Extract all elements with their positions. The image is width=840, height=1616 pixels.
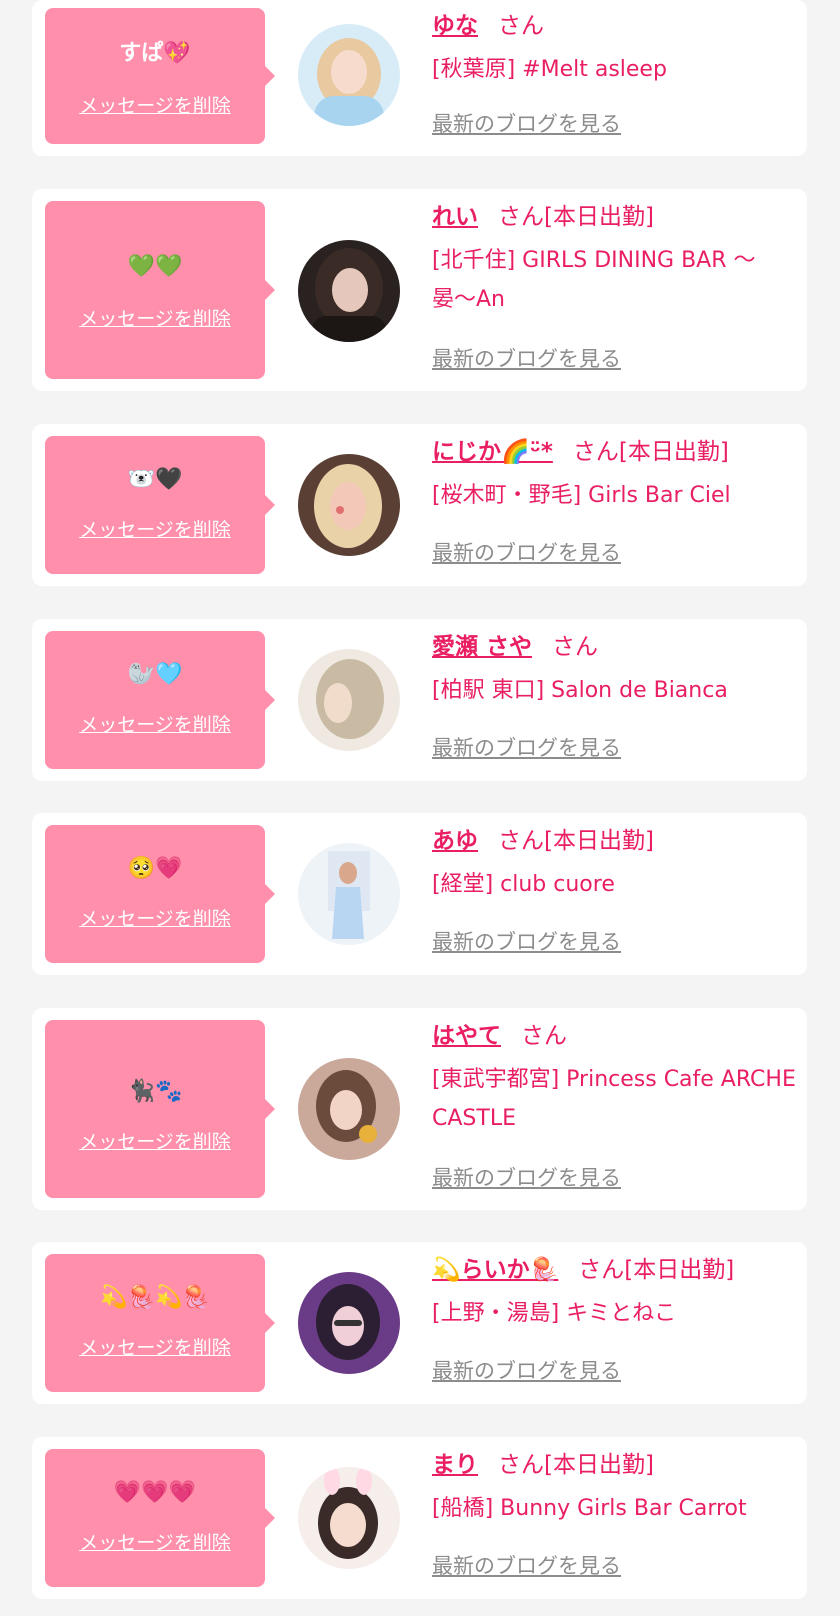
delete-message-link[interactable]: メッセージを削除	[45, 518, 265, 542]
avatar-photo-icon	[298, 1058, 400, 1160]
message-card: 💗💗💗 メッセージを削除 まり さん[本日出勤] [船橋] Bunny Girls…	[32, 1437, 807, 1599]
avatar-photo-icon	[298, 1467, 400, 1569]
message-card: 💫🪼💫🪼 メッセージを削除 💫らいか🪼 さん[本日出勤] [上野・湯島] キミとね…	[32, 1242, 807, 1404]
avatar[interactable]	[298, 1058, 400, 1160]
message-text: 🐈‍⬛🐾	[127, 1079, 183, 1104]
cast-info: まり さん[本日出勤] [船橋] Bunny Girls Bar Carrot	[432, 1449, 797, 1528]
avatar-photo-icon	[298, 1272, 400, 1374]
message-card: 🐻‍❄️🖤 メッセージを削除 にじか🌈ᵕ̈* さん[本日出勤] [桜木町・野毛] …	[32, 424, 807, 586]
name-line: れい さん[本日出勤]	[432, 201, 797, 233]
cast-name-link[interactable]: 💫らいか🪼	[432, 1257, 558, 1283]
message-bubble: すぱ💖 メッセージを削除	[45, 8, 275, 144]
message-card: 🐈‍⬛🐾 メッセージを削除 はやて さん [東武宇都宮] Princess Caf…	[32, 1008, 807, 1210]
message-bubble: 💚💚 メッセージを削除	[45, 201, 275, 379]
shop-name: [北千住] GIRLS DINING BAR 〜晏〜An	[432, 248, 756, 312]
cast-status: さん[本日出勤]	[498, 1452, 654, 1478]
cast-name-link[interactable]: あゆ	[432, 828, 478, 854]
shop-name: [秋葉原] #Melt asleep	[432, 57, 667, 82]
message-bubble: 💫🪼💫🪼 メッセージを削除	[45, 1254, 275, 1392]
shop-name: [上野・湯島] キミとねこ	[432, 1301, 677, 1326]
shop-name: [桜木町・野毛] Girls Bar Ciel	[432, 483, 731, 508]
cast-info: あゆ さん[本日出勤] [経堂] club cuore	[432, 825, 797, 904]
message-bubble: 🐻‍❄️🖤 メッセージを削除	[45, 436, 275, 574]
message-text: 🐻‍❄️🖤	[127, 467, 183, 492]
delete-message-link[interactable]: メッセージを削除	[45, 94, 265, 118]
delete-message-link[interactable]: メッセージを削除	[45, 1130, 265, 1154]
cast-info: ゆな さん [秋葉原] #Melt asleep	[432, 10, 797, 89]
latest-blog-link[interactable]: 最新のブログを見る	[432, 734, 621, 762]
message-card: すぱ💖 メッセージを削除 ゆな さん [秋葉原] #Melt asleep 最新の…	[32, 0, 807, 156]
avatar[interactable]	[298, 1272, 400, 1374]
avatar-photo-icon	[298, 454, 400, 556]
cast-info: れい さん[本日出勤] [北千住] GIRLS DINING BAR 〜晏〜An	[432, 201, 797, 319]
shop-name: [東武宇都宮] Princess Cafe ARCHE CASTLE	[432, 1067, 796, 1131]
cast-info: にじか🌈ᵕ̈* さん[本日出勤] [桜木町・野毛] Girls Bar Ciel	[432, 436, 797, 515]
cast-status: さん	[498, 13, 544, 39]
name-line: 💫らいか🪼 さん[本日出勤]	[432, 1254, 797, 1286]
message-card: 🥺💗 メッセージを削除 あゆ さん[本日出勤] [経堂] club cuore 最…	[32, 813, 807, 975]
cast-status: さん[本日出勤]	[498, 204, 654, 230]
cast-name-link[interactable]: 愛瀬 さや	[432, 634, 532, 660]
message-card: 💚💚 メッセージを削除 れい さん[本日出勤] [北千住] GIRLS DININ…	[32, 189, 807, 391]
cast-status: さん	[552, 634, 599, 660]
name-line: あゆ さん[本日出勤]	[432, 825, 797, 857]
latest-blog-link[interactable]: 最新のブログを見る	[432, 110, 621, 138]
message-bubble: 🦭🩵 メッセージを削除	[45, 631, 275, 769]
shop-name: [船橋] Bunny Girls Bar Carrot	[432, 1496, 747, 1521]
cast-name-link[interactable]: ゆな	[432, 13, 478, 39]
delete-message-link[interactable]: メッセージを削除	[45, 1531, 265, 1555]
avatar[interactable]	[298, 1467, 400, 1569]
message-text: 💚💚	[127, 254, 183, 279]
cast-name-link[interactable]: にじか🌈ᵕ̈*	[432, 439, 553, 465]
avatar[interactable]	[298, 454, 400, 556]
shop-name: [経堂] club cuore	[432, 872, 615, 897]
cast-name-link[interactable]: はやて	[432, 1023, 501, 1049]
shop-name: [柏駅 東口] Salon de Bianca	[432, 678, 728, 703]
name-line: はやて さん	[432, 1020, 797, 1052]
cast-name-link[interactable]: れい	[432, 204, 478, 230]
cast-info: 💫らいか🪼 さん[本日出勤] [上野・湯島] キミとねこ	[432, 1254, 797, 1333]
name-line: まり さん[本日出勤]	[432, 1449, 797, 1481]
cast-status: さん[本日出勤]	[578, 1257, 735, 1283]
avatar-photo-icon	[298, 240, 400, 342]
delete-message-link[interactable]: メッセージを削除	[45, 907, 265, 931]
cast-info: はやて さん [東武宇都宮] Princess Cafe ARCHE CASTLE	[432, 1020, 797, 1138]
message-bubble: 🥺💗 メッセージを削除	[45, 825, 275, 963]
message-text: 💫🪼💫🪼	[100, 1285, 210, 1310]
avatar-photo-icon	[298, 843, 400, 945]
avatar-photo-icon	[298, 24, 400, 126]
message-card: 🦭🩵 メッセージを削除 愛瀬 さや さん [柏駅 東口] Salon de Bia…	[32, 619, 807, 781]
avatar[interactable]	[298, 843, 400, 945]
message-text: 🦭🩵	[127, 662, 183, 687]
cast-status: さん[本日出勤]	[498, 828, 654, 854]
delete-message-link[interactable]: メッセージを削除	[45, 1336, 265, 1360]
cast-status: さん	[521, 1023, 567, 1049]
message-text: 🥺💗	[127, 856, 183, 881]
cast-name-link[interactable]: まり	[432, 1452, 478, 1478]
message-text: すぱ💖	[119, 41, 191, 66]
message-text: 💗💗💗	[113, 1480, 197, 1505]
cast-status: さん[本日出勤]	[572, 439, 729, 465]
avatar[interactable]	[298, 24, 400, 126]
avatar-photo-icon	[298, 649, 400, 751]
avatar[interactable]	[298, 649, 400, 751]
name-line: にじか🌈ᵕ̈* さん[本日出勤]	[432, 436, 797, 468]
latest-blog-link[interactable]: 最新のブログを見る	[432, 1357, 621, 1385]
latest-blog-link[interactable]: 最新のブログを見る	[432, 539, 621, 567]
name-line: 愛瀬 さや さん	[432, 631, 797, 663]
latest-blog-link[interactable]: 最新のブログを見る	[432, 928, 621, 956]
latest-blog-link[interactable]: 最新のブログを見る	[432, 1164, 621, 1192]
latest-blog-link[interactable]: 最新のブログを見る	[432, 1552, 621, 1580]
delete-message-link[interactable]: メッセージを削除	[45, 307, 265, 331]
latest-blog-link[interactable]: 最新のブログを見る	[432, 345, 621, 373]
delete-message-link[interactable]: メッセージを削除	[45, 713, 265, 737]
message-bubble: 🐈‍⬛🐾 メッセージを削除	[45, 1020, 275, 1198]
cast-info: 愛瀬 さや さん [柏駅 東口] Salon de Bianca	[432, 631, 797, 710]
name-line: ゆな さん	[432, 10, 797, 42]
message-bubble: 💗💗💗 メッセージを削除	[45, 1449, 275, 1587]
avatar[interactable]	[298, 240, 400, 342]
